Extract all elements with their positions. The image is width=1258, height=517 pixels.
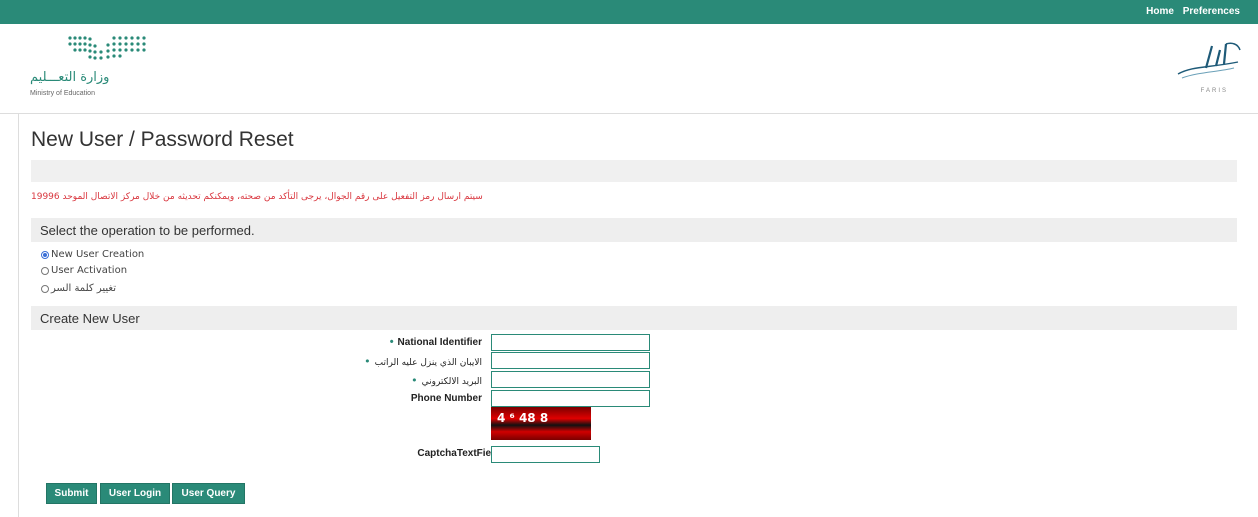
option-label: User Activation <box>51 265 128 276</box>
moe-logo: وزارة التعـــليم Ministry of Education <box>30 32 160 102</box>
required-marker: • <box>411 374 418 387</box>
field-label-text: الايبان الذي ينزل عليه الراتب <box>374 358 482 368</box>
faris-logo: FARIS <box>1168 38 1244 94</box>
iban-label: • الايبان الذي ينزل عليه الراتب <box>360 355 482 368</box>
captcha-image: 4 ⁶ 48 8 <box>491 407 591 440</box>
required-marker: • <box>364 355 371 368</box>
field-label-text: البريد الالكتروني <box>421 377 482 387</box>
captcha-input[interactable] <box>491 446 600 463</box>
moe-name-en: Ministry of Education <box>30 90 95 97</box>
user-query-button[interactable]: User Query <box>172 483 245 504</box>
activation-notice: سيتم ارسال رمز التفعيل على رقم الجوال، ي… <box>31 192 483 202</box>
submit-button[interactable]: Submit <box>46 483 97 504</box>
home-link[interactable]: Home <box>1146 6 1174 17</box>
option-label: New User Creation <box>51 249 145 260</box>
option-change-password[interactable]: تغيير كلمة السر <box>41 283 116 294</box>
national-identifier-input[interactable] <box>491 334 650 351</box>
top-links: Home Preferences <box>1140 6 1240 17</box>
preferences-link[interactable]: Preferences <box>1183 6 1240 17</box>
page-title: New User / Password Reset <box>31 128 294 151</box>
captcha-label: CaptchaTextField <box>417 448 500 459</box>
option-new-user-creation[interactable]: New User Creation <box>41 249 144 260</box>
phone-number-label: Phone Number <box>410 393 482 404</box>
header: وزارة التعـــليم Ministry of Education F… <box>0 24 1258 114</box>
radio-user-activation[interactable] <box>41 266 49 275</box>
email-label: • البريد الالكتروني <box>407 374 482 387</box>
radio-new-user-creation[interactable] <box>41 250 49 259</box>
national-identifier-label: • National Identifier <box>386 336 482 348</box>
iban-input[interactable] <box>491 352 650 369</box>
field-label-text: National Identifier <box>397 337 482 348</box>
top-bar: Home Preferences <box>0 0 1258 24</box>
option-label: تغيير كلمة السر <box>51 283 116 294</box>
message-bar <box>31 160 1237 182</box>
radio-change-password[interactable] <box>41 284 49 293</box>
phone-number-input[interactable] <box>491 390 650 407</box>
main-content: New User / Password Reset سيتم ارسال رمز… <box>18 114 1258 517</box>
captcha-text: 4 ⁶ 48 8 <box>497 411 549 425</box>
option-user-activation[interactable]: User Activation <box>41 265 127 276</box>
user-login-button[interactable]: User Login <box>100 483 170 504</box>
faris-label: FARIS <box>1200 88 1228 94</box>
email-input[interactable] <box>491 371 650 388</box>
create-user-section-heading: Create New User <box>31 306 1237 330</box>
operation-section-heading: Select the operation to be performed. <box>31 218 1237 242</box>
moe-name-ar: وزارة التعـــليم <box>30 70 110 85</box>
faris-horse-icon <box>1177 42 1241 79</box>
required-marker: • <box>389 336 394 348</box>
moe-dots-icon <box>68 36 146 60</box>
